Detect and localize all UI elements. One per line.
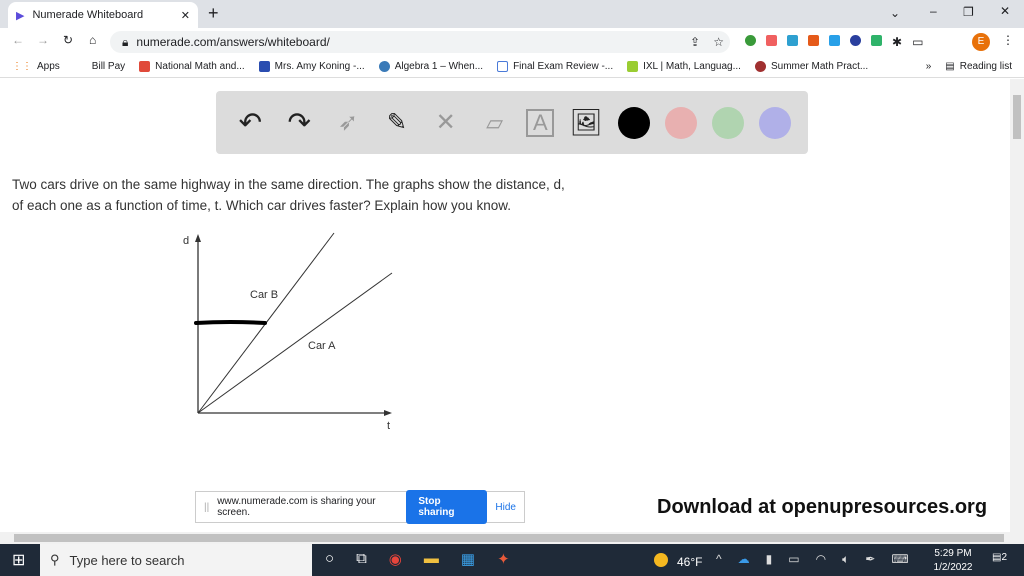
cortana-icon[interactable]: ○ — [325, 550, 334, 568]
chrome-icon[interactable]: ◉ — [389, 550, 402, 568]
taskbar-search[interactable]: ⚲ Type here to search — [40, 544, 312, 576]
drag-handle-icon[interactable]: || — [204, 502, 209, 513]
microphone-icon[interactable]: ▮ — [766, 552, 773, 567]
car-b-label: Car B — [250, 289, 278, 301]
hand-drawn-mark — [194, 320, 267, 325]
store-icon[interactable]: ▦ — [461, 550, 475, 568]
onedrive-icon[interactable]: ☁ — [738, 552, 750, 567]
battery-icon[interactable]: ▭ — [788, 552, 799, 567]
hide-button[interactable]: Hide — [495, 502, 516, 513]
y-axis-arrow — [195, 234, 201, 242]
app-icon[interactable]: ✦ — [497, 550, 510, 568]
weather-temp[interactable]: 46°F — [677, 555, 702, 569]
volume-icon[interactable]: 🔈︎ — [842, 552, 849, 567]
keyboard-icon[interactable]: ⌨ — [891, 552, 908, 567]
notification-count: 2 — [1001, 552, 1008, 563]
x-axis-label: t — [387, 420, 390, 432]
distance-time-graph: d t Car B Car A — [183, 232, 393, 432]
horizontal-scrollbar[interactable] — [0, 532, 1024, 544]
search-placeholder: Type here to search — [69, 552, 185, 568]
vertical-scrollbar[interactable] — [1010, 79, 1024, 532]
car-a-line — [197, 272, 393, 414]
windows-start-icon[interactable]: ⊞ — [12, 550, 25, 570]
car-a-label: Car A — [308, 340, 336, 352]
weather-icon[interactable] — [654, 553, 668, 567]
time: 5:29 PM — [934, 548, 972, 559]
chevron-up-icon[interactable]: ^ — [716, 552, 722, 567]
x-axis-arrow — [384, 410, 392, 416]
wifi-icon[interactable]: ◠ — [816, 552, 826, 567]
task-view-icon[interactable]: ⧉ — [356, 550, 367, 568]
search-icon: ⚲ — [50, 552, 60, 567]
notifications-icon[interactable]: ▤2 — [992, 552, 1007, 563]
share-message: www.numerade.com is sharing your screen. — [217, 496, 376, 518]
taskbar-apps: ○ ⧉ ◉ ▬ ▦ ✦ — [325, 550, 510, 568]
clock[interactable]: 5:29 PM 1/2/2022 — [930, 547, 976, 575]
y-axis-label: d — [183, 235, 189, 247]
file-explorer-icon[interactable]: ▬ — [424, 550, 439, 568]
stop-sharing-button[interactable]: Stop sharing — [406, 490, 488, 524]
date: 1/2/2022 — [933, 562, 973, 573]
download-caption: Download at openupresources.org — [657, 496, 988, 518]
screen-share-bar: || www.numerade.com is sharing your scre… — [195, 490, 525, 524]
pen-tray-icon[interactable]: ✒ — [865, 552, 875, 567]
system-tray: ^ ☁ ▮ ▭ ◠ 🔈︎ ✒ ⌨ — [716, 552, 909, 567]
